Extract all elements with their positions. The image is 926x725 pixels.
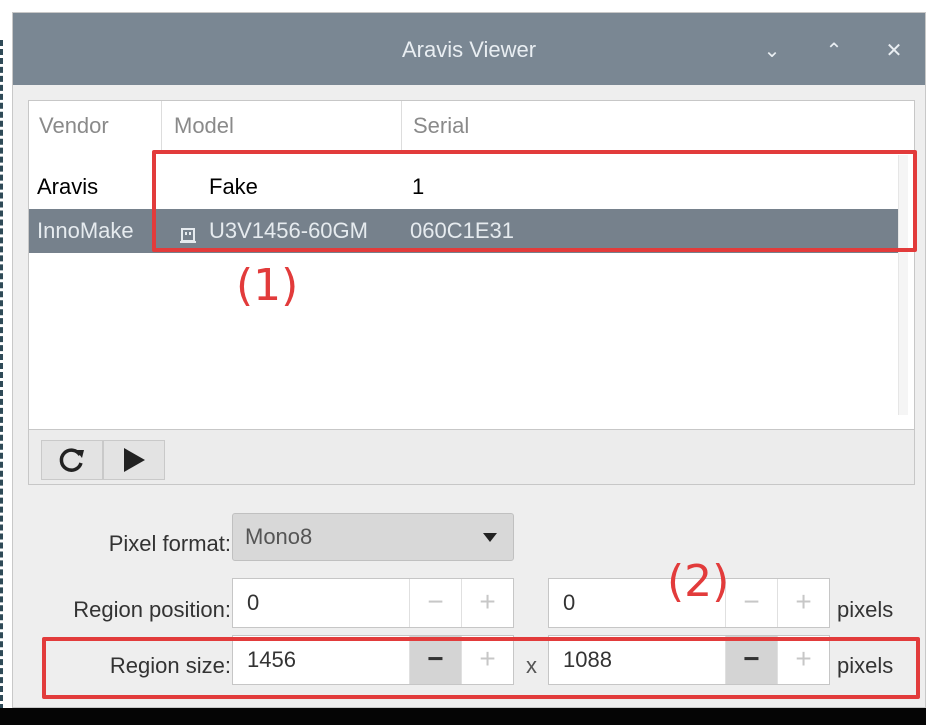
- column-header-serial[interactable]: Serial: [413, 101, 469, 151]
- vendor-cell: InnoMake: [37, 218, 134, 243]
- region-position-x-decrement[interactable]: −: [409, 579, 461, 627]
- window-title: Aravis Viewer: [401, 37, 537, 62]
- annotation-label-1: (1): [236, 260, 299, 311]
- close-button[interactable]: ✕: [881, 37, 907, 63]
- annotation-box-camera-list: [152, 150, 917, 252]
- column-divider: [401, 101, 402, 151]
- refresh-icon: [59, 448, 84, 472]
- pixel-format-select[interactable]: Mono8: [232, 513, 514, 561]
- maximize-button[interactable]: ⌃: [821, 37, 847, 63]
- background-window-strip: [0, 0, 926, 12]
- column-header-model[interactable]: Model: [174, 101, 234, 151]
- bottom-panel: [0, 708, 926, 725]
- chevron-down-icon: [483, 533, 497, 542]
- pixel-format-label: Pixel format:: [108, 531, 231, 556]
- region-position-y-value: 0: [563, 590, 576, 615]
- column-header-vendor[interactable]: Vendor: [39, 101, 109, 151]
- background-window-edge: [0, 40, 10, 710]
- chevron-down-icon: ⌄: [763, 38, 781, 62]
- play-icon: [124, 448, 145, 472]
- pixel-format-value: Mono8: [245, 524, 313, 549]
- play-button[interactable]: [103, 440, 165, 480]
- region-position-x-increment[interactable]: +: [461, 579, 513, 627]
- region-position-unit: pixels: [837, 597, 894, 622]
- chevron-up-icon: ⌃: [825, 38, 843, 62]
- close-icon: ✕: [885, 38, 903, 62]
- camera-toolbar: [28, 430, 915, 485]
- region-position-label: Region position:: [73, 597, 231, 622]
- annotation-label-2: (2): [667, 556, 730, 607]
- region-position-x-spinbutton[interactable]: 0 − +: [232, 578, 514, 628]
- refresh-button[interactable]: [41, 440, 103, 480]
- region-position-y-increment[interactable]: +: [777, 579, 829, 627]
- column-divider: [161, 101, 162, 151]
- annotation-box-region-size: [42, 637, 920, 699]
- region-position-x-value: 0: [247, 590, 260, 615]
- vendor-cell: Aravis: [37, 174, 99, 199]
- region-position-y-decrement[interactable]: −: [725, 579, 777, 627]
- minimize-button[interactable]: ⌄: [759, 37, 785, 63]
- aravis-viewer-window: Aravis Viewer ⌄ ⌃ ✕ Vendor Model Serial …: [12, 12, 926, 708]
- titlebar[interactable]: Aravis Viewer ⌄ ⌃ ✕: [13, 13, 925, 85]
